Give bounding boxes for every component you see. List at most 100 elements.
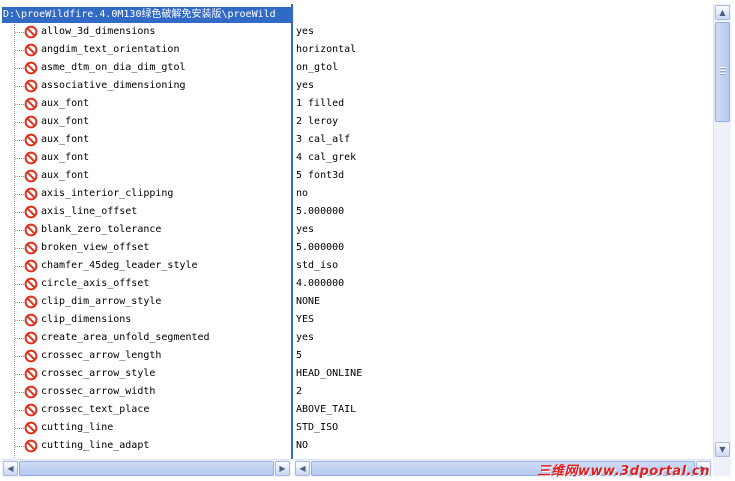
option-tree-item[interactable]: angdim_text_orientation: [2, 41, 291, 59]
vertical-scrollbar[interactable]: ▲ ▼: [713, 4, 731, 459]
no-entry-icon: [24, 349, 38, 363]
option-value[interactable]: 1 filled: [296, 95, 706, 113]
tree-branch-line: [15, 212, 24, 213]
tree-branch-line: [15, 428, 24, 429]
no-entry-icon: [24, 439, 38, 453]
tree-branch-line: [15, 374, 24, 375]
option-tree-item[interactable]: crossec_arrow_width: [2, 383, 291, 401]
no-entry-icon: [24, 313, 38, 327]
option-value[interactable]: 3 cal_alf: [296, 131, 706, 149]
option-value-pane[interactable]: yes horizontal on_gtol yes 1 filled 2 leroy 3 …: [294, 4, 712, 459]
option-tree-item[interactable]: aux_font: [2, 95, 291, 113]
option-name: blank_zero_tolerance: [41, 224, 162, 235]
no-entry-icon: [24, 133, 38, 147]
no-entry-icon: [24, 331, 38, 345]
option-tree-item[interactable]: aux_font: [2, 149, 291, 167]
option-tree-item[interactable]: clip_dimensions: [2, 311, 291, 329]
arrow-right-icon[interactable]: ▶: [275, 461, 290, 476]
option-tree-item[interactable]: crossec_arrow_style: [2, 365, 291, 383]
no-entry-icon: [24, 367, 38, 381]
option-tree-item[interactable]: chamfer_45deg_leader_style: [2, 257, 291, 275]
option-value[interactable]: 2: [296, 383, 706, 401]
no-entry-icon: [24, 43, 38, 57]
option-value[interactable]: NONE: [296, 293, 706, 311]
option-tree-item[interactable]: clip_dim_arrow_style: [2, 293, 291, 311]
option-name: circle_axis_offset: [41, 278, 150, 289]
tree-branch-line: [15, 32, 24, 33]
no-entry-icon: [24, 61, 38, 75]
option-value[interactable]: ABOVE_TAIL: [296, 401, 706, 419]
tree-branch-line: [15, 392, 24, 393]
option-value[interactable]: std_iso: [296, 257, 706, 275]
option-value[interactable]: 4 cal_grek: [296, 149, 706, 167]
option-tree-item[interactable]: cutting_line_adapt: [2, 437, 291, 455]
no-entry-icon: [24, 385, 38, 399]
option-value[interactable]: 5: [296, 347, 706, 365]
thumb-grip-line: [720, 73, 726, 75]
no-entry-icon: [24, 241, 38, 255]
tree-branch-line: [15, 248, 24, 249]
option-tree-item[interactable]: allow_3d_dimensions: [2, 23, 291, 41]
option-name: crossec_text_place: [41, 404, 150, 415]
option-name: crossec_arrow_length: [41, 350, 162, 361]
option-tree-item[interactable]: aux_font: [2, 167, 291, 185]
option-name: angdim_text_orientation: [41, 44, 180, 55]
tree-branch-line: [15, 338, 24, 339]
option-value[interactable]: HEAD_ONLINE: [296, 365, 706, 383]
option-value[interactable]: 2 leroy: [296, 113, 706, 131]
option-name: chamfer_45deg_leader_style: [41, 260, 198, 271]
option-tree-item[interactable]: broken_view_offset: [2, 239, 291, 257]
option-value[interactable]: yes: [296, 329, 706, 347]
thumb-grip-line: [720, 70, 726, 72]
no-entry-icon: [24, 295, 38, 309]
option-name: asme_dtm_on_dia_dim_gtol: [41, 62, 186, 73]
arrow-left-icon[interactable]: ◀: [3, 461, 18, 476]
option-tree-item[interactable]: axis_line_offset: [2, 203, 291, 221]
option-tree-item[interactable]: associative_dimensioning: [2, 77, 291, 95]
arrow-left-icon[interactable]: ◀: [295, 461, 310, 476]
option-value[interactable]: yes: [296, 77, 706, 95]
option-tree-item[interactable]: crossec_arrow_length: [2, 347, 291, 365]
watermark: 三维网www.3dportal.cn: [537, 464, 710, 479]
option-value[interactable]: yes: [296, 221, 706, 239]
vertical-scroll-thumb[interactable]: [715, 22, 730, 122]
option-value[interactable]: STD_ISO: [296, 419, 706, 437]
option-value[interactable]: on_gtol: [296, 59, 706, 77]
option-tree-pane[interactable]: D:\proeWildfire.4.0M130绿色破解免安装版\proeWild…: [2, 4, 291, 459]
left-horizontal-scrollbar[interactable]: ◀ ▶: [2, 459, 291, 477]
option-name: clip_dimensions: [41, 314, 132, 325]
option-value[interactable]: 5 font3d: [296, 167, 706, 185]
option-value[interactable]: 5.000000: [296, 203, 706, 221]
option-tree-item[interactable]: circle_axis_offset: [2, 275, 291, 293]
option-value[interactable]: NO: [296, 437, 706, 455]
option-value[interactable]: yes: [296, 23, 706, 41]
config-path-header[interactable]: D:\proeWildfire.4.0M130绿色破解免安装版\proeWild: [2, 7, 291, 23]
arrow-down-icon[interactable]: ▼: [715, 442, 730, 457]
no-entry-icon: [24, 79, 38, 93]
option-value[interactable]: no: [296, 185, 706, 203]
pane-splitter[interactable]: [291, 4, 293, 459]
option-tree-item[interactable]: cutting_line: [2, 419, 291, 437]
option-name: crossec_arrow_width: [41, 386, 156, 397]
option-tree-item[interactable]: axis_interior_clipping: [2, 185, 291, 203]
option-value[interactable]: YES: [296, 311, 706, 329]
option-value[interactable]: 4.000000: [296, 275, 706, 293]
option-tree-item[interactable]: blank_zero_tolerance: [2, 221, 291, 239]
tree-branch-line: [15, 356, 24, 357]
option-name: crossec_arrow_style: [41, 368, 156, 379]
left-horizontal-scroll-thumb[interactable]: [19, 461, 274, 476]
option-name: axis_line_offset: [41, 206, 138, 217]
option-tree-item[interactable]: aux_font: [2, 113, 291, 131]
tree-branch-line: [15, 158, 24, 159]
option-value[interactable]: horizontal: [296, 41, 706, 59]
option-name: clip_dim_arrow_style: [41, 296, 162, 307]
option-tree-item[interactable]: aux_font: [2, 131, 291, 149]
no-entry-icon: [24, 97, 38, 111]
arrow-up-icon[interactable]: ▲: [715, 5, 730, 20]
tree-branch-line: [15, 410, 24, 411]
option-tree-item[interactable]: asme_dtm_on_dia_dim_gtol: [2, 59, 291, 77]
option-tree-item[interactable]: create_area_unfold_segmented: [2, 329, 291, 347]
option-tree-item[interactable]: crossec_text_place: [2, 401, 291, 419]
tree-branch-line: [15, 50, 24, 51]
option-value[interactable]: 5.000000: [296, 239, 706, 257]
